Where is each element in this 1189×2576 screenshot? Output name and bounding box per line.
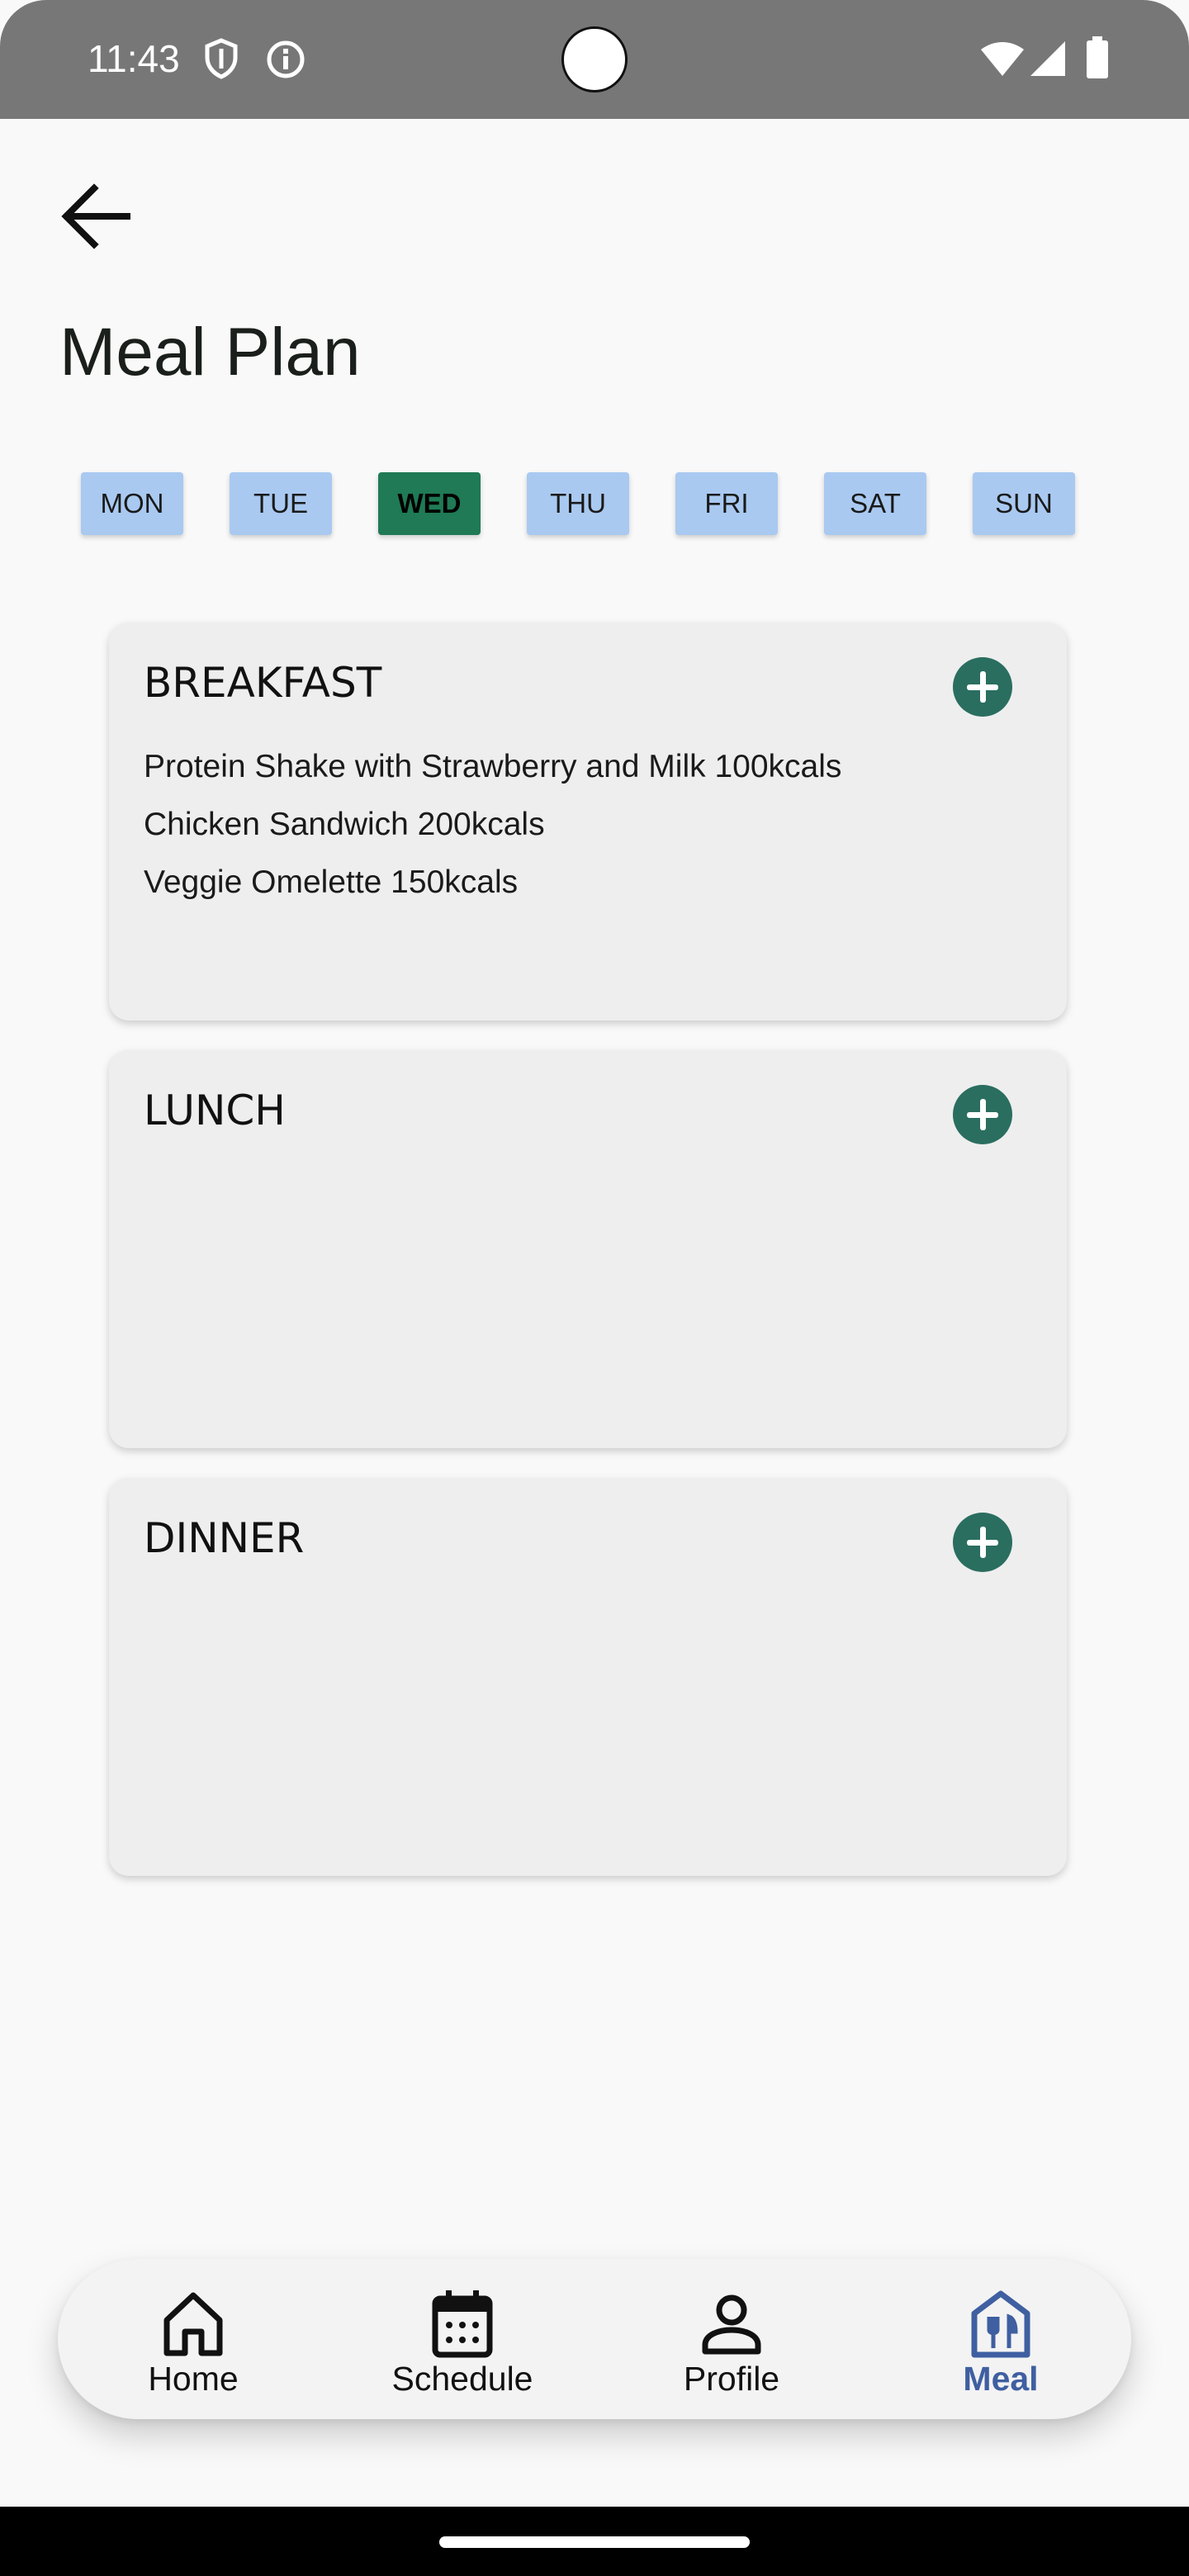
day-chip-tue[interactable]: TUE [230,472,332,535]
meal-title: BREAKFAST [144,659,382,707]
meal-title: DINNER [144,1514,305,1562]
meal-item: Chicken Sandwich 200kcals [144,807,545,842]
meal-title: LUNCH [144,1087,286,1134]
nav-label: Schedule [391,2360,533,2398]
meal-item: Veggie Omelette 150kcals [144,864,519,900]
shield-icon [205,38,238,79]
nav-label: Meal [963,2360,1039,2398]
day-chip-fri[interactable]: FRI [675,472,778,535]
wifi-icon [981,42,1024,76]
info-icon [267,40,305,78]
nav-item-profile[interactable]: Profile [632,2259,831,2419]
meal-card-dinner: DINNER [109,1478,1067,1876]
nav-item-meal[interactable]: Meal [902,2259,1100,2419]
battery-icon [1087,36,1108,78]
arrow-back-icon [61,183,130,249]
meal-card-breakfast: BREAKFAST Protein Shake with Strawberry … [109,623,1067,1020]
page-title: Meal Plan [59,315,361,390]
camera-cutout [561,26,628,92]
nav-item-home[interactable]: Home [94,2259,292,2419]
day-chip-thu[interactable]: THU [527,472,629,535]
restaurant-icon [971,2290,1030,2358]
add-lunch-button[interactable] [953,1085,1012,1144]
nav-label: Profile [683,2360,780,2398]
status-time: 11:43 [88,37,180,80]
signal-icon [1030,41,1065,76]
nav-label: Home [148,2360,239,2398]
day-chip-sat[interactable]: SAT [824,472,926,535]
person-icon [702,2294,761,2355]
add-dinner-button[interactable] [953,1513,1012,1572]
day-chip-mon[interactable]: MON [81,472,183,535]
status-bar: 11:43 [0,0,1189,119]
calendar-icon [432,2290,493,2358]
meal-items-list: Protein Shake with Strawberry and Milk 1… [144,738,841,912]
back-button[interactable] [53,173,139,259]
day-chip-sun[interactable]: SUN [973,472,1075,535]
nav-item-schedule[interactable]: Schedule [363,2259,561,2419]
add-breakfast-button[interactable] [953,657,1012,717]
meal-item: Protein Shake with Strawberry and Milk 1… [144,749,842,784]
home-icon [163,2292,223,2356]
day-chip-wed[interactable]: WED [378,472,481,535]
bottom-navigation: Home Schedule Profile Meal [58,2259,1131,2419]
gesture-handle[interactable] [439,2536,750,2548]
meal-card-lunch: LUNCH [109,1050,1067,1448]
